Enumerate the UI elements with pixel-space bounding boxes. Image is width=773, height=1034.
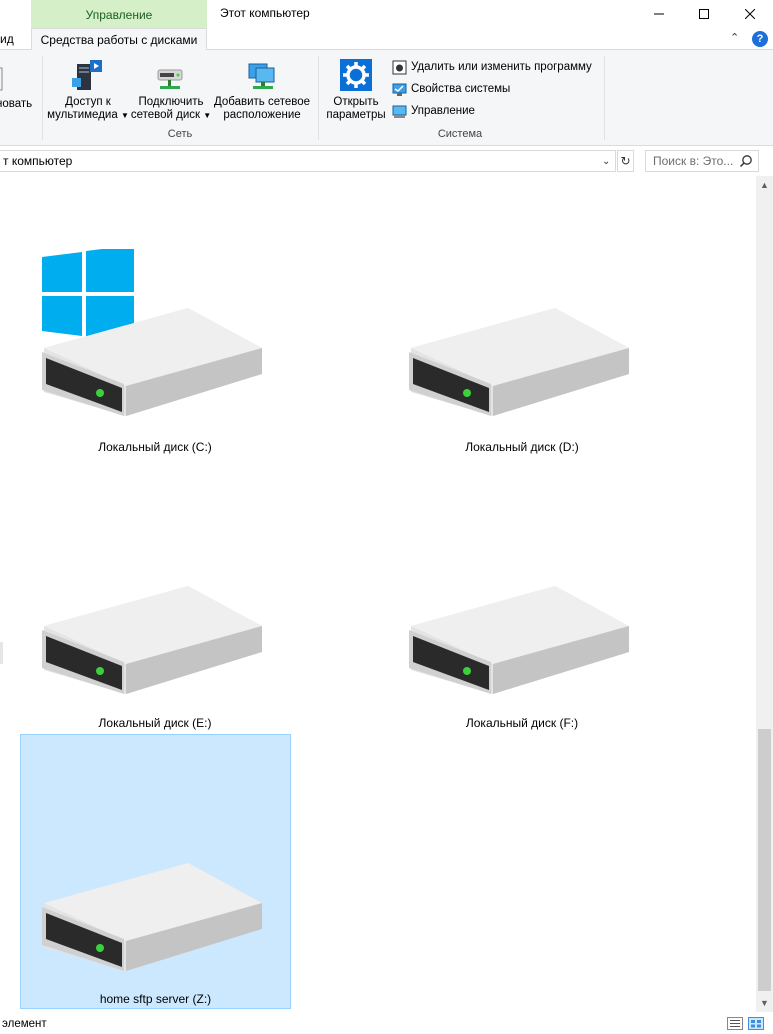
minimize-icon [654,13,664,15]
drive-item-selected[interactable]: home sftp server (Z:) [20,734,291,1009]
uninstall-program-button[interactable]: Удалить или изменить программу [392,58,592,76]
open-settings-button[interactable]: Открыть параметры [322,58,390,122]
map-drive-label-2: сетевой диск ▼ [130,109,212,121]
hard-drive-icon [42,308,262,416]
dropdown-arrow-icon: ▼ [120,111,129,120]
scroll-down-icon[interactable]: ▼ [760,998,769,1008]
media-server-icon [72,60,102,90]
gear-icon [340,59,372,91]
search-box[interactable] [645,150,759,172]
address-bar[interactable]: т компьютер ⌄ [0,150,616,172]
network-location-icon [248,63,275,89]
tab-manage[interactable]: Управление [31,0,207,28]
drive-item[interactable]: Локальный диск (F:) [387,514,657,784]
maximize-icon [699,9,709,19]
hard-drive-icon [409,586,629,694]
network-drive-icon [42,863,262,971]
title-bar: Управление Этот компьютер [0,0,773,28]
dropdown-arrow-icon: ▼ [203,111,212,120]
tab-view[interactable]: Вид [0,28,14,50]
drive-label: Локальный диск (C:) [98,440,212,454]
map-drive-label-1: Подключить [138,96,204,108]
address-path: т компьютер [3,154,73,168]
system-properties-icon [392,83,407,96]
media-access-button[interactable]: Доступ к мультимедиа ▼ [46,58,130,122]
computer-management-label: Управление [411,105,475,117]
rename-icon [0,67,3,91]
refresh-icon: ↻ [620,154,631,168]
file-view[interactable]: Локальный диск (C:) Локальный диск (D:) … [0,176,756,1012]
details-view-icon[interactable] [727,1017,743,1030]
close-icon [745,9,755,19]
system-properties-label: Свойства системы [411,83,511,95]
help-icon[interactable]: ? [752,31,768,47]
maximize-button[interactable] [681,0,727,28]
scrollbar-thumb[interactable] [758,729,771,991]
search-icon[interactable] [739,154,753,168]
uninstall-icon [392,60,407,74]
rename-button[interactable]: новать [0,64,36,111]
refresh-button[interactable]: ↻ [617,150,634,172]
status-bar: элемент [0,1012,773,1034]
uninstall-program-label: Удалить или изменить программу [411,61,592,73]
group-label-system: Система [437,128,483,140]
add-network-location-button[interactable]: Добавить сетевое расположение [212,58,312,122]
add-network-label-1: Добавить сетевое [213,96,311,108]
computer-management-icon [392,105,407,118]
media-access-label-1: Доступ к [65,96,111,108]
ribbon: новать Доступ к мультимедиа ▼ Подключить… [0,50,773,146]
hard-drive-icon [409,308,629,416]
map-network-drive-button[interactable]: Подключить сетевой диск ▼ [130,58,212,122]
open-settings-label-2: параметры [326,109,386,121]
status-text: элемент [2,1018,47,1030]
add-network-label-2: расположение [223,109,301,121]
window-title: Этот компьютер [220,6,310,20]
chevron-down-icon[interactable]: ⌄ [602,156,610,167]
scroll-up-icon[interactable]: ▲ [760,180,769,190]
ribbon-tabs: Вид Средства работы с дисками ⌃ ? [0,28,773,51]
media-access-label-2: мультимедиа ▼ [47,109,129,121]
minimize-button[interactable] [636,0,682,28]
address-row: т компьютер ⌄ ↻ [0,147,773,176]
hard-drive-icon [42,586,262,694]
ribbon-collapse-button[interactable]: ⌃ [730,31,739,44]
large-icons-view-icon[interactable] [748,1017,764,1030]
tab-drive-tools[interactable]: Средства работы с дисками [31,28,207,51]
network-drive-icon [157,69,183,89]
computer-management-button[interactable]: Управление [392,102,475,120]
drive-label: Локальный диск (D:) [465,440,579,454]
drive-item[interactable]: Локальный диск (C:) [20,236,290,506]
drive-label: Локальный диск (F:) [465,716,579,730]
drive-item[interactable]: Локальный диск (D:) [387,236,657,506]
search-input[interactable] [646,151,736,171]
nav-pane-edge [0,642,3,664]
close-button[interactable] [727,0,773,28]
group-label-network: Сеть [167,128,193,140]
chevron-up-icon: ⌃ [730,32,740,44]
drive-label: home sftp server (Z:) [99,992,212,1006]
drive-label: Локальный диск (E:) [98,716,212,730]
system-properties-button[interactable]: Свойства системы [392,80,510,98]
open-settings-label-1: Открыть [333,96,379,108]
rename-label: новать [0,98,33,110]
vertical-scrollbar[interactable]: ▲ ▼ [756,176,773,1012]
